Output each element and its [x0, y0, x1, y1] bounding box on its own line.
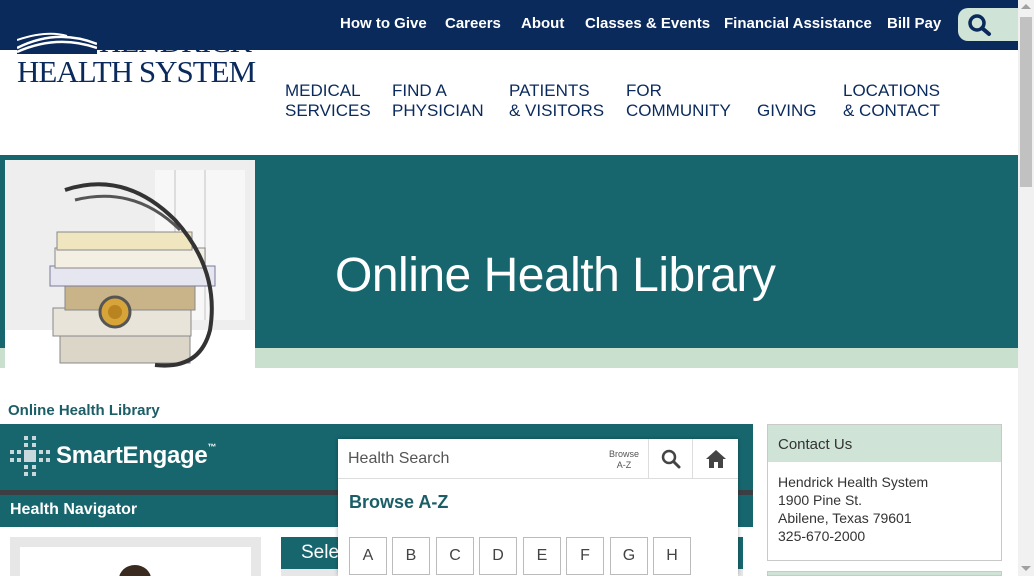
health-navigator-title: Health Navigator: [10, 501, 138, 518]
contact-name: Hendrick Health System: [778, 474, 929, 490]
utility-link-careers[interactable]: Careers: [445, 15, 501, 32]
utility-link-bill-pay[interactable]: Bill Pay: [887, 15, 941, 32]
letter-button-c[interactable]: C: [436, 537, 474, 575]
logo-text-health-system: HEALTH SYSTEM: [17, 54, 256, 89]
nav-label-line1: LOCATIONS: [843, 81, 940, 100]
letter-button-d[interactable]: D: [479, 537, 517, 575]
nav-patients-visitors[interactable]: PATIENTS & VISITORS: [509, 81, 604, 121]
health-search-field: Browse A-Z: [338, 439, 648, 479]
search-icon: [968, 14, 991, 36]
page-title: Online Health Library: [335, 249, 776, 302]
smartengage-logo: SmartEngage™: [56, 442, 216, 470]
contact-phone[interactable]: 325-670-2000: [778, 528, 865, 544]
smartengage-trademark: ™: [207, 442, 217, 452]
contact-city: Abilene, Texas 79601: [778, 510, 912, 526]
nav-label-line1: FIND A: [392, 81, 447, 100]
nav-label-line1: MEDICAL: [285, 81, 361, 100]
letter-button-f[interactable]: F: [566, 537, 604, 575]
nav-label-line1: PATIENTS: [509, 81, 590, 100]
health-search-input[interactable]: [348, 449, 598, 469]
utility-link-about[interactable]: About: [521, 15, 564, 32]
scrollbar-thumb[interactable]: [1020, 17, 1032, 187]
nav-label-line2: & VISITORS: [509, 101, 605, 120]
nav-medical-services[interactable]: MEDICAL SERVICES: [285, 81, 371, 121]
nav-find-a-physician[interactable]: FIND A PHYSICIAN: [392, 81, 484, 121]
health-search-button[interactable]: [648, 439, 692, 479]
nav-for-community[interactable]: FOR COMMUNITY: [626, 81, 731, 121]
letter-button-g[interactable]: G: [610, 537, 648, 575]
sidebar-card-next: [767, 571, 1002, 576]
browse-az-toggle[interactable]: Browse A-Z: [606, 449, 642, 471]
nav-label-line2: PHYSICIAN: [392, 101, 484, 120]
books-stethoscope-icon: [5, 160, 255, 390]
site-search-button[interactable]: [958, 8, 1018, 41]
nav-label-line1: GIVING: [757, 101, 817, 120]
letter-button-b[interactable]: B: [392, 537, 430, 575]
utility-link-classes-events[interactable]: Classes & Events: [585, 15, 710, 32]
browse-az-toggle-line2: A-Z: [616, 460, 632, 470]
search-icon: [661, 449, 681, 469]
browse-az-title: Browse A-Z: [349, 492, 449, 512]
nav-label-line2: & CONTACT: [843, 101, 940, 120]
scroll-down-arrow-icon[interactable]: [1021, 566, 1031, 571]
nav-locations-contact[interactable]: LOCATIONS & CONTACT: [843, 81, 940, 121]
letter-button-h[interactable]: H: [653, 537, 691, 575]
utility-link-financial-assistance[interactable]: Financial Assistance: [724, 15, 872, 32]
books-stethoscope-image: [5, 160, 255, 390]
letter-button-a[interactable]: A: [349, 537, 387, 575]
select-topic-label: Sele: [301, 542, 340, 563]
person-photo-icon: [119, 565, 151, 576]
nav-label-line2: SERVICES: [285, 101, 371, 120]
nav-label-line1: FOR: [626, 81, 662, 100]
scroll-up-arrow-icon[interactable]: [1021, 4, 1031, 9]
nav-label-line2: COMMUNITY: [626, 101, 731, 120]
navigator-card-image[interactable]: [20, 547, 251, 576]
smartengage-cross-icon: [10, 436, 50, 476]
home-icon: [706, 450, 726, 468]
contact-title: Contact Us: [778, 436, 853, 453]
hendrick-logo[interactable]: HENDRICK HEALTH SYSTEM: [17, 24, 257, 89]
nav-giving[interactable]: GIVING: [757, 101, 817, 121]
browse-az-toggle-line1: Browse: [608, 449, 639, 459]
smartengage-logo-text: SmartEngage: [56, 442, 208, 469]
breadcrumb[interactable]: Online Health Library: [8, 402, 160, 419]
utility-link-how-to-give[interactable]: How to Give: [340, 15, 427, 32]
contact-street: 1900 Pine St.: [778, 492, 863, 508]
letter-button-e[interactable]: E: [523, 537, 561, 575]
health-library-home-button[interactable]: [692, 439, 738, 479]
